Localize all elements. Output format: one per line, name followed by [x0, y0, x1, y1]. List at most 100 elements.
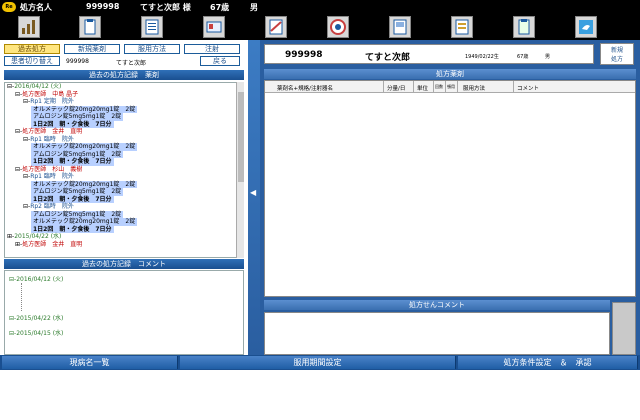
condition-approval-button[interactable]: 処方条件設定 ＆ 承認	[458, 356, 638, 369]
tree-node-label: Rp1 定期 院外	[30, 98, 74, 105]
tree-node-label: オルメテック錠20mg20mg1錠 2錠	[31, 105, 138, 113]
back-button[interactable]: 戻る	[200, 56, 240, 66]
col-times: 回数	[435, 84, 443, 89]
tab-usage[interactable]: 服用方法	[124, 44, 180, 54]
tree-node-label: 処方医師 中島 晶子	[22, 90, 79, 98]
tree-node[interactable]: 1日2回 朝・夕食後 7日分	[5, 195, 237, 203]
tree-node[interactable]: 1日2回 朝・夕食後 7日分	[5, 120, 237, 128]
history-tree[interactable]: ⊟-2016/04/12 (火) ⊟-処方医師 中島 晶子 ⊟-Rp1 定期 院外オ…	[4, 82, 238, 258]
tree-node-label: 1日2回 朝・夕食後 7日分	[31, 158, 114, 166]
tree-node-label: オルメテック錠20mg20mg1錠 2錠	[31, 143, 138, 151]
tree-node[interactable]: オルメテック錠20mg20mg1錠 2錠	[5, 143, 237, 151]
col-unit: 単位	[417, 86, 429, 92]
rx-comment-scrollbar[interactable]	[612, 302, 636, 355]
tree-node[interactable]: ⊞-処方医師 金井 直明	[5, 241, 237, 249]
tree-node[interactable]: アムロジン錠5mg5mg1錠 2錠	[5, 210, 237, 218]
list-doc-icon[interactable]	[451, 16, 473, 38]
rx-patient-name: てすと次郎	[365, 53, 411, 63]
tree-node-label: Rp2 臨時 院外	[30, 203, 74, 210]
tree-node[interactable]: ⊟-処方医師 金井 直明	[5, 128, 237, 136]
tree-node-label: アムロジン錠5mg5mg1錠 2錠	[31, 113, 124, 121]
tree-node-label: 処方医師 金井 直明	[22, 240, 83, 248]
comment-date[interactable]: ⊟-2016/04/12 (火)	[9, 274, 63, 283]
patient-sex: 男	[250, 3, 258, 12]
tree-node-label: 2015/04/22 (水)	[14, 233, 62, 240]
patient-age: 67歳	[210, 3, 230, 12]
history-drugs-header: 過去の処方記録 薬剤	[4, 70, 244, 80]
clipboard-icon[interactable]	[513, 16, 535, 38]
tab-new-drug[interactable]: 新規薬剤	[64, 44, 120, 54]
comment-date[interactable]: ⊟-2015/04/15 (水)	[9, 328, 63, 337]
tree-node-label: 処方医師 金井 直明	[22, 128, 83, 135]
col-usage: 服用方法	[463, 86, 486, 92]
rx-patient-header: 999998 てすと次郎 1949/02/22生 67歳 男	[264, 44, 594, 64]
tree-node[interactable]: ⊟-Rp1 臨時 院外	[5, 136, 237, 144]
tree-node[interactable]: アムロジン錠5mg5mg1錠 2錠	[5, 150, 237, 158]
card-icon[interactable]	[203, 16, 225, 38]
tree-node-label: アムロジン錠5mg5mg1錠 2錠	[31, 188, 124, 196]
rx-table-header: 薬剤名+規格/注射器名 分量/日 単位 回数 頓用 服用方法 コメント	[265, 81, 635, 93]
history-comments-header: 過去の処方記録 コメント	[4, 259, 244, 269]
tree-node-label: 1日2回 朝・夕食後 7日分	[31, 120, 114, 128]
col-comment: コメント	[517, 86, 540, 92]
tree-node[interactable]: オルメテック錠20mg20mg1錠 2錠	[5, 105, 237, 113]
rx-patient-sex: 男	[545, 54, 551, 60]
tree-node-label: 1日2回 朝・夕食後 7日分	[31, 195, 114, 203]
tree-node-label: オルメテック錠20mg20mg1錠 2錠	[31, 180, 138, 188]
tree-node[interactable]: ⊟-2016/04/12 (火)	[5, 83, 237, 91]
tree-node-label: 処方医師 杉山 義樹	[22, 165, 83, 173]
app-title: 処方名人	[20, 3, 52, 12]
rx-patient-age: 67歳	[517, 54, 529, 60]
tree-node-label: オルメテック錠20mg20mg1錠 2錠	[31, 218, 138, 226]
document-icon[interactable]	[141, 16, 163, 38]
tree-node[interactable]: ⊟-Rp1 定期 院外	[5, 98, 237, 106]
history-scrollbar[interactable]	[236, 82, 244, 258]
title-bar: Re 処方名人 999998 てすと次郎 様 67歳 男	[0, 0, 640, 14]
col-drug-name: 薬剤名+規格/注射器名	[277, 86, 333, 92]
tree-node[interactable]: 1日2回 朝・夕食後 7日分	[5, 158, 237, 166]
tree-node-label: Rp1 臨時 院外	[30, 173, 74, 180]
rx-comment-header: 処方せんコメント	[264, 300, 610, 310]
rx-drugs-header: 処方薬剤	[264, 69, 636, 79]
panel-divider[interactable]: ◀	[248, 40, 260, 355]
period-setting-button[interactable]: 服用期間設定	[180, 356, 456, 369]
app-logo-icon: Re	[2, 2, 16, 12]
tab-injection[interactable]: 注射	[184, 44, 240, 54]
comment-date[interactable]: ⊟-2015/04/22 (水)	[9, 313, 63, 322]
footer-blank	[0, 370, 640, 420]
chart-icon[interactable]	[18, 16, 40, 38]
collapse-arrow-icon[interactable]: ◀	[250, 188, 256, 197]
right-panel: 999998 てすと次郎 1949/02/22生 67歳 男 新規 処方 処方薬…	[260, 40, 640, 355]
tree-node-label: アムロジン錠5mg5mg1錠 2錠	[31, 150, 124, 158]
disease-list-button[interactable]: 現病名一覧	[2, 356, 178, 369]
tree-node[interactable]: オルメテック錠20mg20mg1錠 2錠	[5, 218, 237, 226]
tree-node-label: Rp1 臨時 院外	[30, 135, 74, 143]
col-prn: 頓用	[447, 84, 455, 89]
tree-node[interactable]: アムロジン錠5mg5mg1錠 2錠	[5, 113, 237, 121]
tree-node[interactable]: ⊞-2015/04/22 (水)	[5, 233, 237, 241]
tree-node[interactable]: アムロジン錠5mg5mg1錠 2錠	[5, 188, 237, 196]
panel-doc-icon[interactable]	[389, 16, 411, 38]
tree-node[interactable]: ⊟-Rp1 臨時 院外	[5, 173, 237, 181]
tree-node[interactable]: ⊟-処方医師 中島 晶子	[5, 91, 237, 99]
comment-tree[interactable]: ⊟-2016/04/12 (火) ⊟-2015/04/22 (水) ⊟-2015…	[4, 270, 244, 355]
left-patient-id: 999998	[66, 58, 89, 65]
tree-node[interactable]: オルメテック錠20mg20mg1錠 2錠	[5, 180, 237, 188]
toolbar	[0, 14, 640, 40]
rx-drug-table[interactable]: 薬剤名+規格/注射器名 分量/日 単位 回数 頓用 服用方法 コメント	[264, 80, 636, 297]
tree-node[interactable]: ⊟-Rp2 臨時 院外	[5, 203, 237, 211]
target-icon[interactable]	[327, 16, 349, 38]
new-rx-button[interactable]: 新規 処方	[600, 43, 634, 65]
patient-name: てすと次郎 様	[140, 3, 191, 12]
scroll-thumb[interactable]	[238, 92, 244, 182]
tab-past-rx[interactable]: 過去処方	[4, 44, 60, 54]
tree-node[interactable]: 1日2回 朝・夕食後 7日分	[5, 225, 237, 233]
diagonal-doc-icon[interactable]	[265, 16, 287, 38]
rx-comment-field[interactable]	[264, 312, 610, 355]
tree-node[interactable]: ⊟-処方医師 杉山 義樹	[5, 166, 237, 174]
bird-icon[interactable]	[575, 16, 597, 38]
tree-node-label: アムロジン錠5mg5mg1錠 2錠	[31, 210, 124, 218]
switch-patient-button[interactable]: 患者切り替え	[4, 56, 60, 66]
col-amount: 分量/日	[387, 86, 406, 92]
clipboard-icon[interactable]	[79, 16, 101, 38]
